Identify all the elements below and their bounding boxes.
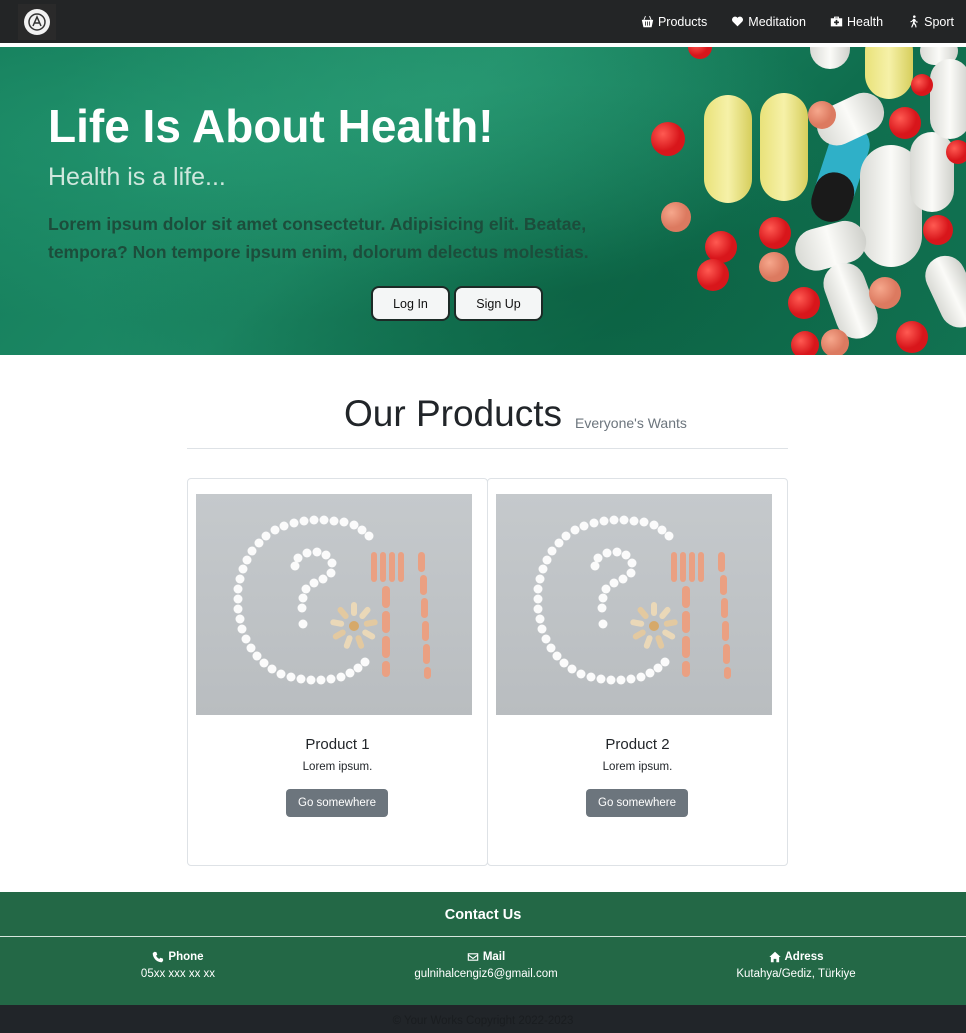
copyright-text: © Your Works Copyright 2022-2023: [392, 1015, 574, 1027]
go-somewhere-button[interactable]: Go somewhere: [586, 789, 688, 817]
phone-icon: [153, 951, 164, 963]
nav-link-label: Sport: [924, 14, 954, 29]
medkit-icon: [830, 16, 843, 27]
hero-title: Life Is About Health!: [48, 100, 494, 152]
home-icon: [768, 951, 781, 963]
mail-value[interactable]: gulnihalcengiz6@gmail.com: [366, 968, 606, 980]
product-text: Lorem ipsum.: [302, 761, 373, 773]
basket-icon: [641, 15, 654, 28]
contact-section: Contact Us Phone 05xx xxx xx xx Mail gul…: [0, 892, 966, 1005]
mail-label: Mail: [482, 951, 506, 963]
signup-button[interactable]: Sign Up: [454, 286, 543, 321]
phone-label: Phone: [168, 951, 204, 963]
login-button[interactable]: Log In: [371, 286, 450, 321]
product-title: Product 2: [605, 736, 670, 753]
divider: [0, 936, 966, 937]
pills-image: [651, 47, 966, 355]
product-card: Product 1 Lorem ipsum. Go somewhere: [187, 478, 488, 866]
logo[interactable]: [18, 4, 56, 40]
nav-link-label: Products: [657, 14, 708, 29]
nav-link-label: Meditation: [748, 14, 806, 29]
contact-adress: Adress Kutahya/Gediz, Türkiye: [676, 951, 916, 980]
divider: [187, 448, 788, 449]
nav-link-meditation[interactable]: Meditation: [731, 15, 806, 29]
product-image: [196, 494, 472, 715]
products-subtitle: Everyone's Wants: [575, 415, 687, 431]
product-image: [496, 494, 772, 715]
adress-value: Kutahya/Gediz, Türkiye: [736, 968, 856, 980]
contact-mail: Mail gulnihalcengiz6@gmail.com: [366, 951, 606, 980]
nav-link-products[interactable]: Products: [641, 15, 707, 29]
footer: © Your Works Copyright 2022-2023: [0, 1005, 966, 1033]
contact-phone: Phone 05xx xxx xx xx: [58, 951, 298, 980]
navbar: Products Meditation Health Sport: [0, 0, 966, 45]
go-somewhere-button[interactable]: Go somewhere: [286, 789, 388, 817]
nav-links: Products Meditation Health Sport: [641, 0, 954, 43]
product-card: Product 2 Lorem ipsum. Go somewhere: [487, 478, 788, 866]
product-text: Lorem ipsum.: [602, 761, 673, 773]
products-title: Our Products: [344, 393, 562, 434]
hero-banner: Life Is About Health! Health is a life..…: [0, 47, 966, 355]
nav-link-sport[interactable]: Sport: [907, 15, 954, 29]
heart-icon: [732, 16, 744, 27]
nav-link-label: Health: [846, 14, 884, 29]
contact-title: Contact Us: [444, 907, 522, 923]
adress-label: Adress: [784, 951, 824, 963]
envelope-icon: [467, 953, 479, 961]
hero-subtitle: Health is a life...: [48, 163, 226, 191]
hero-text: Lorem ipsum dolor sit amet consectetur. …: [48, 214, 589, 262]
nav-link-health[interactable]: Health: [830, 15, 883, 29]
phone-value: 05xx xxx xx xx: [140, 968, 216, 980]
logo-icon: [24, 9, 50, 35]
person-walking-icon: [910, 15, 918, 28]
product-title: Product 1: [305, 736, 370, 753]
